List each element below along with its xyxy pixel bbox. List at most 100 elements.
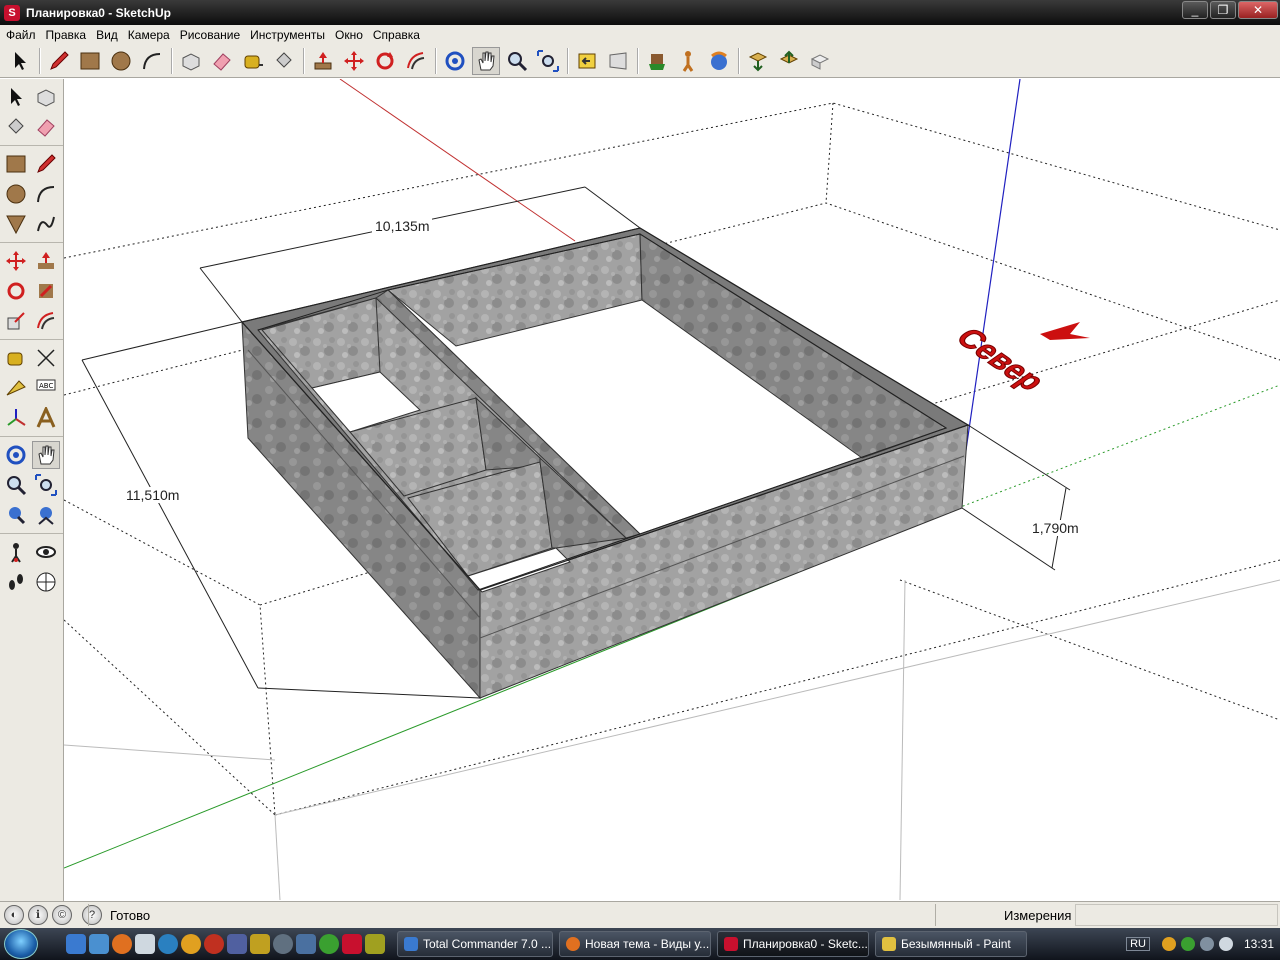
arc-icon[interactable] xyxy=(32,180,60,208)
next-view-icon[interactable] xyxy=(604,47,632,75)
globe-icon[interactable] xyxy=(158,934,178,954)
rotate-icon[interactable] xyxy=(371,47,399,75)
language-indicator[interactable]: RU xyxy=(1126,937,1150,951)
zoom-extents-icon[interactable] xyxy=(534,47,562,75)
measurements-input[interactable] xyxy=(1075,904,1278,926)
paint-bucket-icon[interactable] xyxy=(2,113,30,141)
credits-icon[interactable]: ℹ xyxy=(28,905,48,925)
save-icon[interactable] xyxy=(227,934,247,954)
zoom-icon[interactable] xyxy=(2,471,30,499)
menu-file[interactable]: Файл xyxy=(2,28,42,42)
menu-tools[interactable]: Инструменты xyxy=(246,28,331,42)
look-around-icon[interactable] xyxy=(32,538,60,566)
look-around-icon[interactable] xyxy=(705,47,733,75)
share-component-icon[interactable] xyxy=(806,47,834,75)
circle-icon[interactable] xyxy=(2,180,30,208)
tape-measure-icon[interactable] xyxy=(2,344,30,372)
task-paint[interactable]: Безымянный - Paint xyxy=(875,931,1027,957)
tray-volume-icon[interactable] xyxy=(1218,937,1233,951)
pan-icon[interactable] xyxy=(472,46,500,75)
push-pull-icon[interactable] xyxy=(309,47,337,75)
previous-icon[interactable] xyxy=(32,501,60,529)
orbit-icon[interactable] xyxy=(441,47,469,75)
zoom-extents-icon[interactable] xyxy=(2,501,30,529)
task-sketchup[interactable]: Планировка0 - Sketc... xyxy=(717,931,869,957)
dimension-icon[interactable] xyxy=(32,344,60,372)
media-icon[interactable] xyxy=(204,934,224,954)
axes-icon[interactable] xyxy=(2,404,30,432)
scale-icon[interactable] xyxy=(2,307,30,335)
protractor-icon[interactable] xyxy=(2,374,30,402)
polygon-icon[interactable] xyxy=(2,210,30,238)
position-camera-icon[interactable] xyxy=(643,47,671,75)
section-plane-icon[interactable] xyxy=(32,568,60,596)
select-icon[interactable] xyxy=(6,47,34,75)
select-icon[interactable] xyxy=(2,83,30,111)
walk-icon[interactable] xyxy=(2,568,30,596)
menu-draw[interactable]: Рисование xyxy=(176,28,246,42)
ie-icon[interactable] xyxy=(66,934,86,954)
move-icon[interactable] xyxy=(340,47,368,75)
menu-window[interactable]: Окно xyxy=(331,28,369,42)
tray-app-icon[interactable] xyxy=(1161,937,1176,951)
tool-icon[interactable] xyxy=(250,934,270,954)
pencil-icon[interactable] xyxy=(45,47,73,75)
task-total-commander[interactable]: Total Commander 7.0 ... xyxy=(397,931,553,957)
3d-text-icon[interactable] xyxy=(32,404,60,432)
info-icon[interactable] xyxy=(181,934,201,954)
tape-measure-icon[interactable] xyxy=(239,47,267,75)
menu-edit[interactable]: Правка xyxy=(42,28,93,42)
maximize-button[interactable]: ❐ xyxy=(1210,1,1236,19)
geo-location-icon[interactable]: ◐ xyxy=(4,905,24,925)
previous-view-icon[interactable] xyxy=(573,47,601,75)
tray-torrent-icon[interactable] xyxy=(1180,937,1195,951)
user-icon[interactable]: © xyxy=(52,905,72,925)
torrent-icon[interactable] xyxy=(319,934,339,954)
position-camera-icon[interactable] xyxy=(2,538,30,566)
sketchup-icon[interactable] xyxy=(342,934,362,954)
make-component-icon[interactable] xyxy=(177,47,205,75)
moon-icon[interactable] xyxy=(273,934,293,954)
offset-icon[interactable] xyxy=(32,307,60,335)
paint-bucket-icon[interactable] xyxy=(270,47,298,75)
get-models-icon[interactable] xyxy=(744,47,772,75)
rectangle-icon[interactable] xyxy=(2,150,30,178)
firefox-icon[interactable] xyxy=(112,934,132,954)
model-viewport[interactable]: 10,135m 11,510m 1,790m Север xyxy=(64,79,1280,901)
desktop-icon[interactable] xyxy=(89,934,109,954)
window-icon[interactable] xyxy=(135,934,155,954)
menu-camera[interactable]: Камера xyxy=(124,28,176,42)
task-firefox[interactable]: Новая тема - Виды у... xyxy=(559,931,711,957)
start-button[interactable] xyxy=(4,929,38,959)
clock[interactable]: 13:31 xyxy=(1244,937,1274,951)
push-pull-icon[interactable] xyxy=(32,247,60,275)
offset-icon[interactable] xyxy=(402,47,430,75)
menu-view[interactable]: Вид xyxy=(92,28,124,42)
move-icon[interactable] xyxy=(2,247,30,275)
walk-icon[interactable] xyxy=(674,47,702,75)
zoom-window-icon[interactable] xyxy=(32,471,60,499)
line-icon[interactable] xyxy=(32,150,60,178)
archive-icon[interactable] xyxy=(365,934,385,954)
make-component-icon[interactable] xyxy=(32,83,60,111)
minimize-button[interactable]: _ xyxy=(1182,1,1208,19)
rectangle-icon[interactable] xyxy=(76,47,104,75)
tray-network-icon[interactable] xyxy=(1199,937,1214,951)
share-model-icon[interactable] xyxy=(775,47,803,75)
foundation-model[interactable] xyxy=(241,227,970,700)
close-button[interactable]: ✕ xyxy=(1238,1,1278,19)
eraser-icon[interactable] xyxy=(208,47,236,75)
text-icon[interactable]: ABC xyxy=(32,374,60,402)
pan-icon[interactable] xyxy=(32,441,60,469)
help-icon[interactable]: ? xyxy=(82,905,102,925)
rotate-icon[interactable] xyxy=(2,277,30,305)
shell-icon[interactable] xyxy=(296,934,316,954)
menu-help[interactable]: Справка xyxy=(369,28,426,42)
circle-icon[interactable] xyxy=(107,47,135,75)
follow-me-icon[interactable] xyxy=(32,277,60,305)
arc-icon[interactable] xyxy=(138,47,166,75)
orbit-icon[interactable] xyxy=(2,441,30,469)
freehand-icon[interactable] xyxy=(32,210,60,238)
eraser-icon[interactable] xyxy=(32,113,60,141)
zoom-icon[interactable] xyxy=(503,47,531,75)
